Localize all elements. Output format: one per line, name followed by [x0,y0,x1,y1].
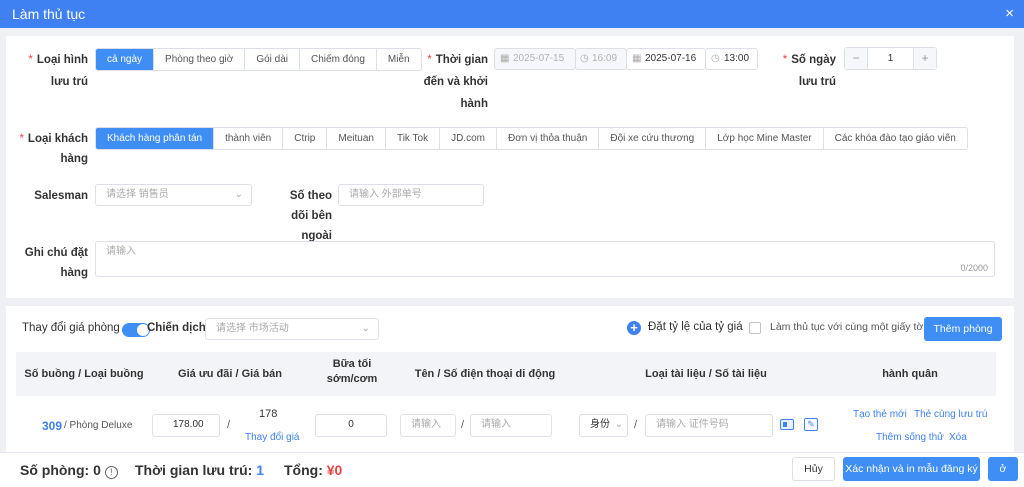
customer-type-ctrip[interactable]: Ctrip [283,128,328,149]
add-cohabitant-link[interactable]: Thêm sống thử [876,432,944,443]
total-summary: Tổng: ¥0 [284,462,342,478]
customer-type-mine-master[interactable]: Lớp học Mine Master [706,128,824,149]
days-value[interactable]: 1 [888,53,894,64]
stay-type-hourly[interactable]: Phòng theo giờ [154,49,246,70]
price-input[interactable]: 178.00 [152,414,220,437]
edit-icon[interactable]: ✎ [804,418,818,431]
document-type-select[interactable]: 身份 ⌄ [579,414,628,437]
room-count-value: 0 [93,462,101,478]
chevron-down-icon: ⌄ [234,189,243,200]
customer-type-meituan[interactable]: Meituan [327,128,386,149]
meal-input[interactable]: 0 [315,414,387,437]
clock-icon: ◷ [580,53,589,64]
room-count-summary: Số phòng: 0 ! [20,462,118,479]
start-time-input[interactable]: ◷ 16:09 [575,48,627,70]
total-value: ¥0 [326,462,343,478]
customer-type-teacher-training[interactable]: Các khóa đào tạo giáo viên [823,128,967,149]
customer-type-label: * Loại khách hàng [19,133,88,165]
customer-type-jd[interactable]: JD.com [440,128,497,149]
chevron-down-icon: ⌄ [614,419,623,430]
dialog-title-bar: Làm thủ tục × [0,0,1024,28]
total-label: Tổng: [284,462,323,478]
salesman-select[interactable]: 请选择 销售员 ⌄ [95,184,252,206]
col-room-header: Số buồng / Loại buồng [24,368,144,380]
room-type: / Phòng Deluxe [64,420,133,431]
campaign-label: Chiến dịch [147,322,206,334]
customer-type-agreement[interactable]: Đơn vị thỏa thuận [496,128,600,149]
calendar-icon: ▦ [632,53,642,64]
stay-type-long-package[interactable]: Gói dài [245,49,300,70]
order-note-label: Ghi chú đặt hàng [24,247,88,279]
id-card-reader-icon[interactable] [780,419,794,430]
cancel-button[interactable]: Hủy [792,457,835,481]
customer-type-walk-in[interactable]: Khách hàng phân tán [96,128,215,149]
order-note-textarea[interactable]: 请输入 0/2000 [95,241,995,277]
stay-duration-summary: Thời gian lưu trú: 1 [135,462,264,478]
clock-icon: ◷ [711,53,720,64]
price-change-label: Thay đổi giá phòng [22,322,120,334]
campaign-select[interactable]: 请选择 市场活动 ⌄ [205,318,379,340]
confirm-checkin-button[interactable]: ở [988,457,1018,481]
add-room-button[interactable]: Thêm phòng [924,317,1002,341]
stay-type-free[interactable]: Miễn [376,49,421,70]
stay-duration-label: Thời gian lưu trú: [135,462,253,478]
change-price-link[interactable]: Thay đổi giá [245,432,299,443]
col-meal-header: Bữa tối sớm/cơm [326,358,378,385]
chevron-down-icon: ⌄ [361,323,370,334]
shared-stay-card-link[interactable]: Thẻ cùng lưu trú [914,409,987,420]
customer-type-selector: Khách hàng phân tán thành viên Ctrip Mei… [95,127,968,150]
sale-price: 178 [259,408,278,420]
external-number-input[interactable]: 请输入 外部单号 [338,184,484,206]
stay-type-selector: cả ngày Phòng theo giờ Gói dài Chiếm đón… [95,48,422,71]
start-date-input[interactable]: ▦ 2025-07-15 [494,48,576,70]
price-separator: / [227,419,231,431]
stay-duration-value: 1 [256,462,264,478]
col-price-header: Giá ưu đãi / Giá bán [178,368,282,380]
guest-name-input[interactable]: 请输入 [400,414,456,437]
col-document-header: Loại tài liệu / Số tài liệu [645,368,767,380]
same-document-checkbox[interactable] [749,322,761,334]
calendar-icon: ▦ [500,53,510,64]
create-card-link[interactable]: Tạo thẻ mới [853,409,907,420]
room-number[interactable]: 309 [42,419,62,433]
customer-type-ambulance[interactable]: Đội xe cứu thương [599,128,707,149]
add-circle-icon[interactable]: + [627,321,641,335]
salesman-label: Salesman [34,190,88,202]
document-number-input[interactable]: 请输入 证件号码 [645,414,773,437]
minus-button[interactable]: − [845,48,868,69]
dialog-title: Làm thủ tục [12,6,86,22]
external-number-label: Số theo dõi bên ngoài [289,190,332,242]
document-separator: / [634,419,638,431]
info-icon: ! [104,466,118,479]
same-document-label: Làm thủ tục với cùng một giấy tờ [770,321,924,333]
customer-type-tiktok[interactable]: Tik Tok [385,128,441,149]
stay-type-label: * Loại hình lưu trú [28,54,88,88]
plus-button[interactable]: + [913,48,936,69]
guest-separator: / [461,419,465,431]
note-char-counter: 0/2000 [960,263,988,273]
confirm-print-button[interactable]: Xác nhận và in mẫu đăng ký [843,457,980,481]
arrival-departure-label: * Thời gian đến và khởi hành [423,54,488,110]
end-time-input[interactable]: ◷ 13:00 [705,48,758,70]
days-stepper[interactable]: − 1 + [844,47,937,70]
exchange-rate-link[interactable]: Đặt tỷ lệ của tỷ giá [648,321,743,333]
guest-phone-input[interactable]: 请输入 [470,414,552,437]
days-label: * Số ngày lưu trú [782,54,836,88]
customer-type-member[interactable]: thành viên [214,128,284,149]
room-count-label: Số phòng: [20,462,90,478]
stay-type-full-day[interactable]: cả ngày [96,49,155,70]
delete-link[interactable]: Xóa [949,432,967,443]
col-actions-header: hành quân [882,368,938,380]
col-guest-header: Tên / Số điện thoại di động [414,368,556,380]
close-icon[interactable]: × [1005,5,1014,22]
end-date-input[interactable]: ▦ 2025-07-16 [626,48,706,70]
stay-type-occupied[interactable]: Chiếm đóng [300,49,377,70]
price-change-toggle[interactable] [122,323,150,337]
